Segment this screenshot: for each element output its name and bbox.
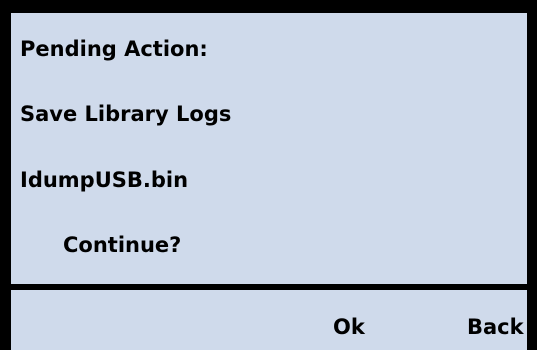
- ok-button[interactable]: Ok: [333, 314, 365, 340]
- back-button[interactable]: Back: [467, 314, 524, 340]
- pending-action-heading: Pending Action:: [20, 37, 208, 61]
- continue-prompt: Continue?: [63, 233, 182, 257]
- action-name: Save Library Logs: [20, 102, 232, 126]
- file-name: IdumpUSB.bin: [20, 168, 189, 192]
- lcd-panel: Pending Action: Save Library Logs IdumpU…: [0, 0, 537, 350]
- softkey-bar: Ok Back: [11, 290, 527, 350]
